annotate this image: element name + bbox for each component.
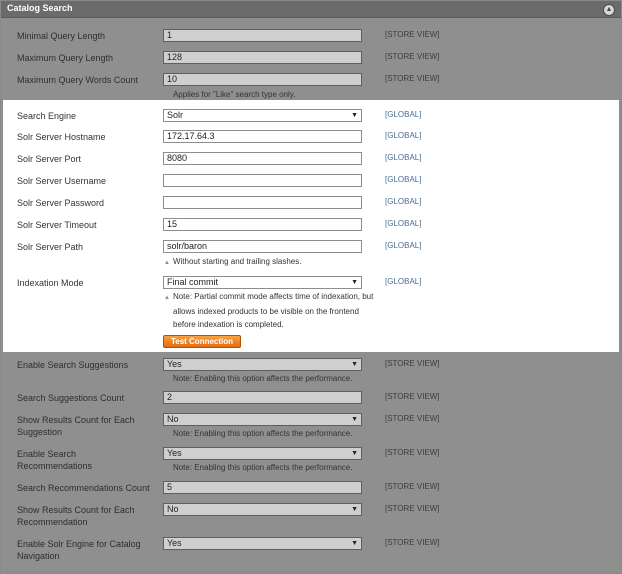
- scope-label: [STORE VIEW]: [385, 30, 440, 39]
- min-query-length-input[interactable]: 1: [163, 29, 362, 42]
- search-engine-select[interactable]: Solr ▼: [163, 109, 362, 122]
- field-note: ▲ Note: Partial commit mode affects time …: [164, 292, 374, 329]
- scope-label: [GLOBAL]: [385, 277, 422, 286]
- chevron-down-icon: ▼: [351, 450, 358, 457]
- field-label: Enable Search Recommendations: [17, 449, 93, 471]
- scope-label: [STORE VIEW]: [385, 448, 440, 457]
- note-triangle-icon: ▲: [164, 432, 170, 438]
- solr-path-input[interactable]: solr/baron: [163, 240, 362, 253]
- scope-label: [STORE VIEW]: [385, 504, 440, 513]
- solr-port-input[interactable]: 8080: [163, 152, 362, 165]
- collapse-icon[interactable]: ▲: [603, 4, 615, 16]
- note-triangle-icon: ▲: [164, 260, 170, 266]
- scope-label: [GLOBAL]: [385, 131, 422, 140]
- note-triangle-icon: ▲: [164, 377, 170, 383]
- field-note: ▲ Note: Enabling this option affects the …: [164, 463, 353, 472]
- max-query-words-input[interactable]: 10: [163, 73, 362, 86]
- show-results-count-suggestion-select[interactable]: No ▼: [163, 413, 362, 426]
- field-label: Enable Search Suggestions: [17, 360, 129, 370]
- scope-label: [GLOBAL]: [385, 110, 422, 119]
- chevron-down-icon: ▼: [351, 279, 358, 286]
- indexation-mode-select[interactable]: Final commit ▼: [163, 276, 362, 289]
- field-label: Solr Server Port: [17, 154, 82, 164]
- test-connection-button[interactable]: Test Connection: [163, 335, 241, 348]
- scope-label: [STORE VIEW]: [385, 538, 440, 547]
- scope-label: [STORE VIEW]: [385, 359, 440, 368]
- chevron-down-icon: ▼: [351, 416, 358, 423]
- chevron-down-icon: ▼: [351, 540, 358, 547]
- field-label: Solr Server Timeout: [17, 220, 97, 230]
- chevron-down-icon: ▼: [351, 361, 358, 368]
- note-triangle-icon: ▲: [164, 466, 170, 472]
- field-label: Maximum Query Length: [17, 53, 114, 63]
- field-label: Show Results Count for Each Recommendatio…: [17, 505, 135, 527]
- solr-username-input[interactable]: [163, 174, 362, 187]
- field-label: Solr Server Hostname: [17, 132, 106, 142]
- field-label: Search Engine: [17, 111, 77, 121]
- recommendations-count-input[interactable]: 5: [163, 481, 362, 494]
- solr-timeout-input[interactable]: 15: [163, 218, 362, 231]
- scope-label: [STORE VIEW]: [385, 392, 440, 401]
- chevron-down-icon: ▼: [351, 112, 358, 119]
- section-header[interactable]: Catalog Search ▲: [1, 1, 621, 18]
- field-note: ▲ Note: Enabling this option affects the …: [164, 374, 353, 383]
- field-label: Maximum Query Words Count: [17, 75, 138, 85]
- solr-hostname-input[interactable]: 172.17.64.3: [163, 130, 362, 143]
- solr-password-input[interactable]: [163, 196, 362, 209]
- field-label: Search Recommendations Count: [17, 483, 150, 493]
- field-label: Solr Server Password: [17, 198, 105, 208]
- note-triangle-icon: ▲: [164, 295, 170, 301]
- field-label: Solr Server Username: [17, 176, 107, 186]
- scope-label: [STORE VIEW]: [385, 52, 440, 61]
- note-triangle-icon: ▲: [164, 93, 170, 99]
- section-title: Catalog Search: [7, 3, 73, 13]
- enable-suggestions-select[interactable]: Yes ▼: [163, 358, 362, 371]
- chevron-down-icon: ▼: [351, 506, 358, 513]
- suggestions-count-input[interactable]: 2: [163, 391, 362, 404]
- field-label: Indexation Mode: [17, 278, 84, 288]
- max-query-length-input[interactable]: 128: [163, 51, 362, 64]
- enable-solr-navigation-select[interactable]: Yes ▼: [163, 537, 362, 550]
- field-label: Solr Server Path: [17, 242, 84, 252]
- scope-label: [GLOBAL]: [385, 175, 422, 184]
- scope-label: [STORE VIEW]: [385, 414, 440, 423]
- scope-label: [GLOBAL]: [385, 197, 422, 206]
- field-note: ▲ Without starting and trailing slashes.: [164, 257, 302, 266]
- enable-recommendations-select[interactable]: Yes ▼: [163, 447, 362, 460]
- scope-label: [STORE VIEW]: [385, 482, 440, 491]
- field-label: Minimal Query Length: [17, 31, 106, 41]
- field-label: Search Suggestions Count: [17, 393, 125, 403]
- catalog-search-panel: Catalog Search ▲ Minimal Query Length 1 …: [0, 0, 622, 574]
- field-note: ▲ Applies for "Like" search type only.: [164, 90, 296, 99]
- scope-label: [STORE VIEW]: [385, 74, 440, 83]
- field-label: Show Results Count for Each Suggestion: [17, 415, 135, 437]
- scope-label: [GLOBAL]: [385, 219, 422, 228]
- field-label: Enable Solr Engine for Catalog Navigation: [17, 539, 141, 561]
- show-results-count-recommendation-select[interactable]: No ▼: [163, 503, 362, 516]
- field-note: ▲ Note: Enabling this option affects the …: [164, 429, 353, 438]
- scope-label: [GLOBAL]: [385, 241, 422, 250]
- scope-label: [GLOBAL]: [385, 153, 422, 162]
